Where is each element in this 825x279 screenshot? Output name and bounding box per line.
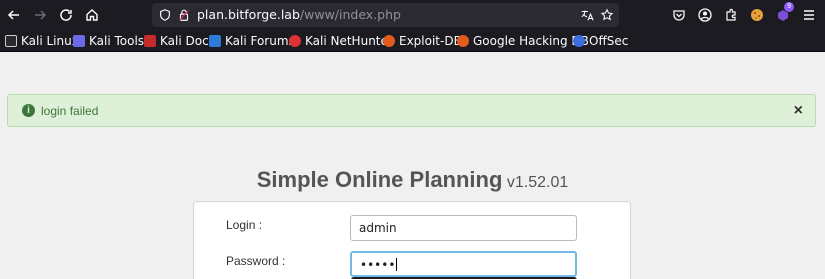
browser-toolbar: plan.bitforge.lab/www/index.php 9 (0, 0, 825, 30)
kali-dragon-icon (5, 35, 17, 47)
exploit-db-icon (383, 35, 395, 47)
cookie-extension-button[interactable] (746, 4, 768, 26)
bookmark-label: Google Hacking DB (473, 34, 589, 48)
kali-forums-icon (209, 35, 221, 47)
bookmark-kali-tools[interactable]: Kali Tools (73, 33, 144, 49)
back-button[interactable] (3, 4, 25, 26)
translate-icon[interactable] (579, 7, 595, 23)
app-name: Simple Online Planning (256, 167, 503, 192)
menu-button[interactable] (798, 4, 820, 26)
back-arrow-icon (7, 10, 19, 20)
puzzle-icon (726, 8, 736, 21)
app-version: v1.52.01 (506, 174, 569, 191)
home-button[interactable] (81, 4, 103, 26)
pocket-icon (673, 10, 685, 21)
forward-button[interactable] (29, 4, 51, 26)
addon-badge-count: 9 (784, 2, 794, 12)
account-icon (698, 8, 712, 22)
login-value: admin (359, 221, 397, 235)
extensions-button[interactable] (720, 4, 742, 26)
kali-docs-icon (144, 35, 156, 47)
bookmark-label: Kali Tools (89, 34, 145, 48)
offsec-icon (573, 35, 585, 47)
bookmark-label: Exploit-DB (399, 34, 462, 48)
url-host: plan.bitforge.lab (197, 7, 300, 22)
bookmark-star-icon[interactable] (599, 7, 615, 23)
bookmark-kali-forums[interactable]: Kali Forums (209, 33, 295, 49)
page-title: Simple Online Planning v1.52.01 (0, 167, 825, 193)
bookmark-label: Kali NetHunter (305, 34, 393, 48)
addon-badge-button[interactable]: 9 (772, 2, 794, 26)
kali-tools-icon (73, 35, 85, 47)
bookmark-label: Kali Forums (225, 34, 295, 48)
forward-arrow-icon (35, 10, 47, 20)
login-form: Login : admin Password : ••••• (193, 201, 631, 279)
bookmarks-bar: Kali Linux Kali Tools Kali Docs Kali For… (0, 30, 825, 52)
reload-button[interactable] (55, 4, 77, 26)
ghdb-icon (457, 35, 469, 47)
nethunter-icon (289, 35, 301, 47)
login-failed-alert: i login failed × (7, 94, 816, 127)
page-content: i login failed × Simple Online Planning … (0, 53, 825, 279)
pocket-button[interactable] (668, 4, 690, 26)
bookmark-google-hacking-db[interactable]: Google Hacking DB (457, 33, 589, 49)
info-icon: i (22, 104, 35, 117)
bookmark-label: OffSec (589, 34, 629, 48)
account-button[interactable] (694, 4, 716, 26)
bookmark-kali-linux[interactable]: Kali Linux (5, 33, 79, 49)
alert-message: login failed (41, 104, 99, 118)
shield-icon[interactable] (157, 7, 173, 23)
home-icon (86, 9, 98, 21)
url-bar[interactable]: plan.bitforge.lab/www/index.php (152, 3, 619, 27)
bookmark-kali-nethunter[interactable]: Kali NetHunter (289, 33, 393, 49)
password-input[interactable]: ••••• (350, 251, 577, 277)
login-label: Login : (226, 218, 263, 232)
url-text[interactable]: plan.bitforge.lab/www/index.php (197, 7, 401, 23)
bookmark-exploit-db[interactable]: Exploit-DB (383, 33, 462, 49)
url-path: /www/index.php (299, 7, 401, 22)
cookie-icon (751, 9, 763, 21)
hamburger-menu-icon (804, 10, 814, 20)
bookmark-label: Kali Linux (21, 34, 79, 48)
close-icon[interactable]: × (794, 102, 803, 120)
bookmark-label: Kali Docs (160, 34, 215, 48)
login-input[interactable]: admin (350, 215, 577, 241)
lock-icon[interactable] (176, 7, 192, 23)
password-label: Password : (226, 254, 286, 268)
password-value: ••••• (360, 258, 396, 272)
text-caret (396, 258, 398, 271)
bookmark-kali-docs[interactable]: Kali Docs (144, 33, 215, 49)
reload-icon (60, 9, 72, 21)
bookmark-offsec[interactable]: OffSec (573, 33, 628, 49)
